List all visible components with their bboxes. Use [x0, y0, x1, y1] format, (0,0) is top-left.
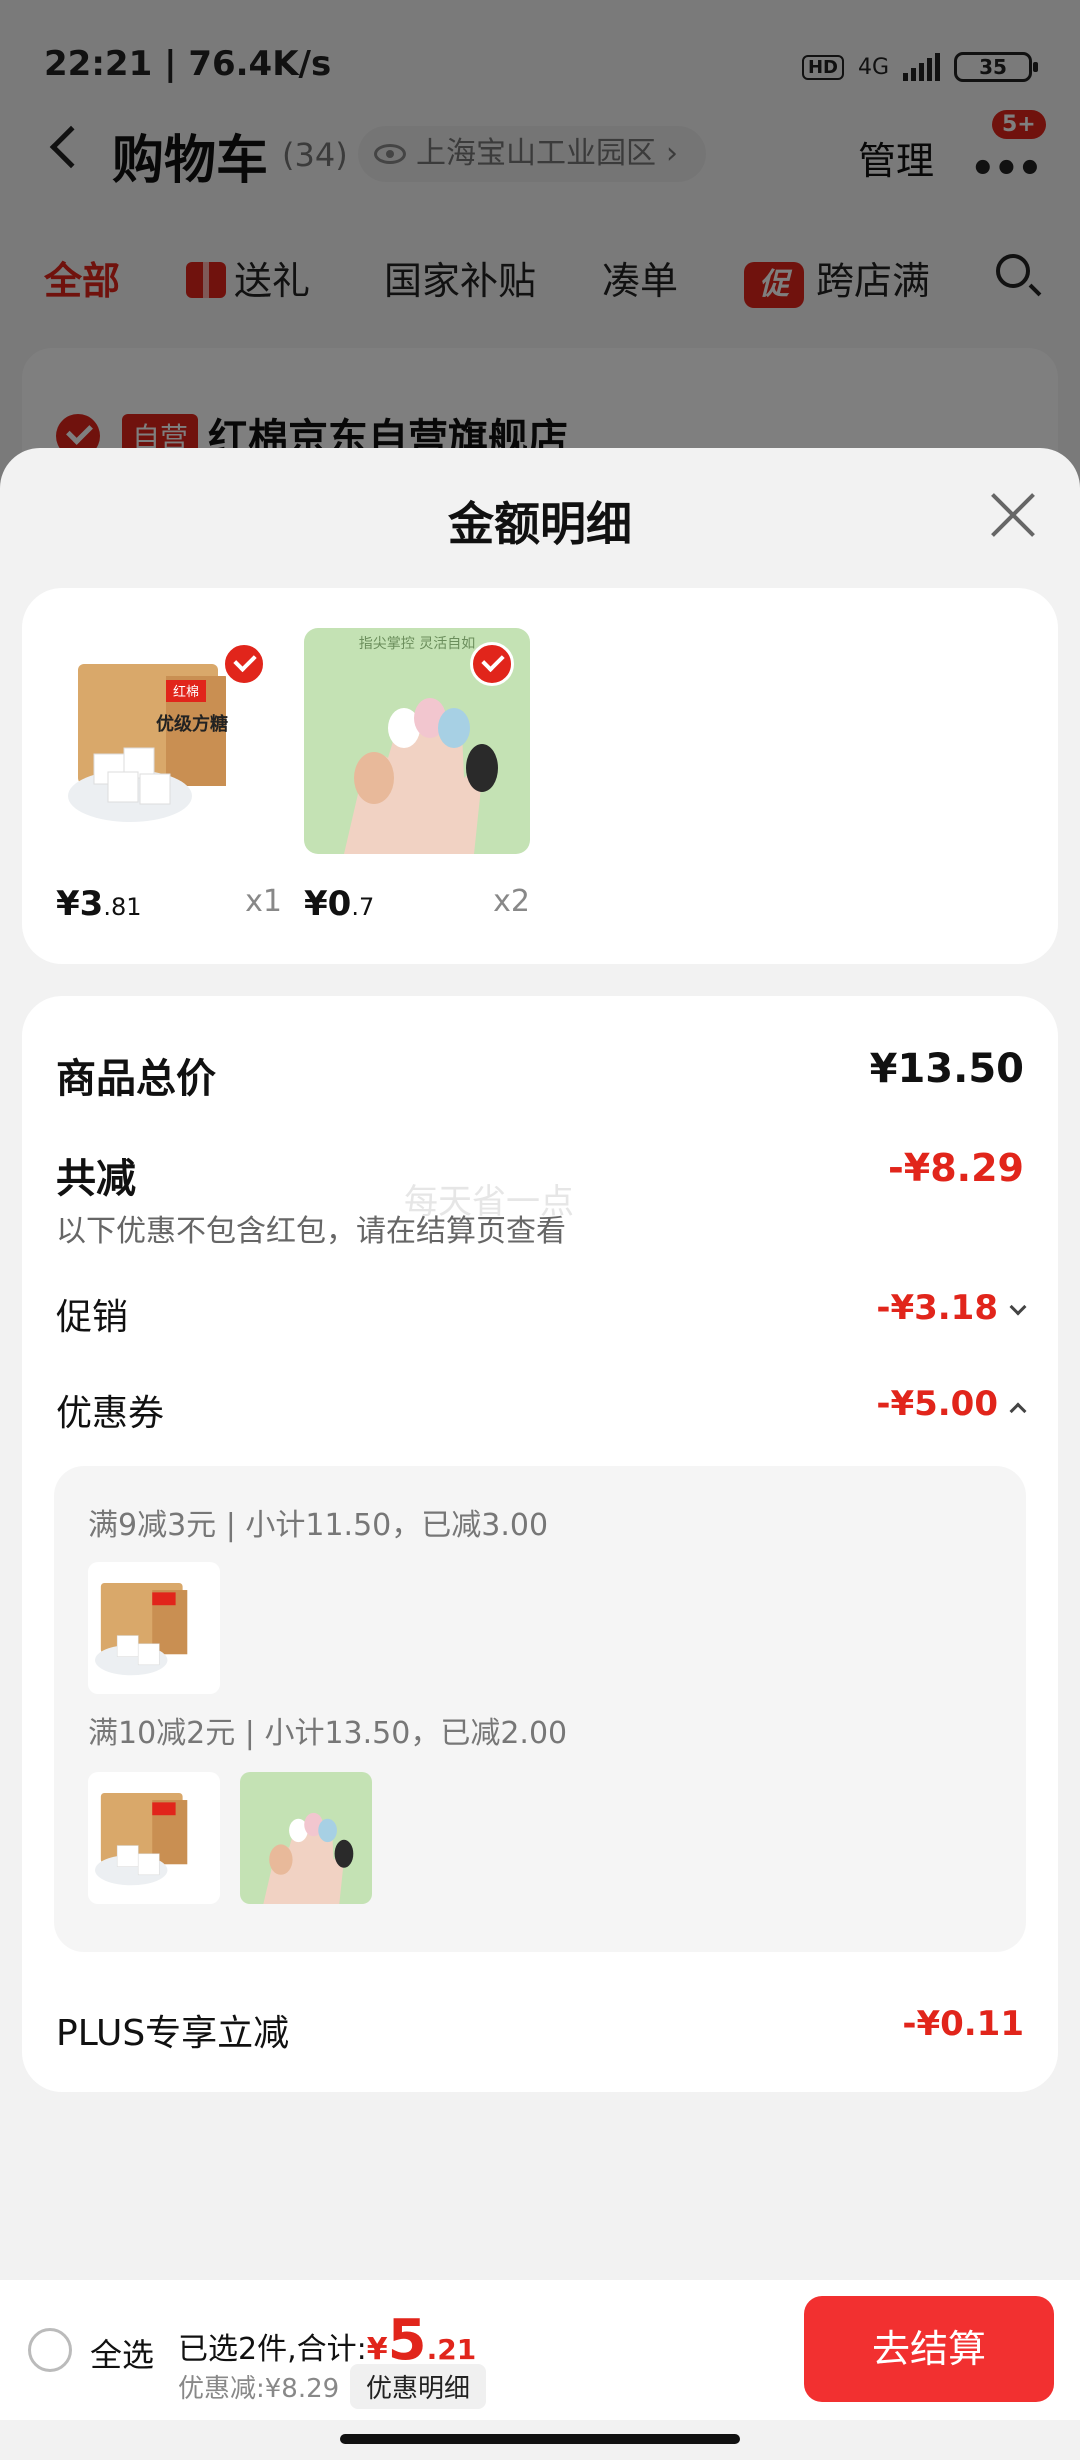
coupon-value: -¥5.00	[876, 1384, 998, 1424]
coupon-detail-box: 满9减3元 | 小计11.50，已减3.00 满10减2元 | 小计13.50，…	[54, 1466, 1026, 1952]
product-item[interactable]: 指尖掌控 灵活自如 ¥0.7 x2	[304, 628, 530, 924]
product-image: 指尖掌控 灵活自如	[304, 628, 530, 854]
svg-text:优级方糖: 优级方糖	[156, 713, 228, 735]
product-quantity: x1	[245, 884, 282, 919]
chevron-down-icon	[1009, 1298, 1027, 1316]
product-quantity: x2	[493, 884, 530, 919]
total-price-value: ¥13.50	[869, 1046, 1024, 1092]
coupon-rule: 满10减2元 | 小计13.50，已减2.00	[88, 1716, 568, 1751]
checkout-button[interactable]: 去结算	[804, 2296, 1054, 2402]
coupon-rule: 满9减3元 | 小计11.50，已减3.00	[88, 1508, 549, 1543]
close-icon[interactable]	[988, 490, 1038, 540]
total-price-label: 商品总价	[56, 1056, 216, 1102]
product-list-card: 红棉 优级方糖 ¥3.81 x1 指尖掌控 灵活自如 ¥0.7 x2	[22, 588, 1058, 964]
promo-value: -¥3.18	[876, 1288, 998, 1328]
product-image: 红棉 优级方糖	[56, 628, 282, 854]
currency-symbol: ¥	[366, 2332, 388, 2367]
product-price: ¥0.7	[304, 884, 375, 924]
selected-text: 已选2件,合计:	[178, 2332, 367, 2367]
plus-discount-value: -¥0.11	[902, 2004, 1024, 2044]
select-all-label[interactable]: 全选	[90, 2330, 154, 2376]
total-reduce-label: 共减	[56, 1156, 136, 1202]
sugar-box-thumb	[88, 1772, 220, 1904]
sugar-box-thumb	[88, 1562, 220, 1694]
coupon-value-group: -¥5.00	[876, 1384, 1027, 1424]
total-reduce-value: -¥8.29	[888, 1146, 1024, 1190]
plus-discount-row: PLUS专享立减 -¥0.11	[56, 2004, 1024, 2056]
coupon-product-thumb	[240, 1772, 372, 1904]
chevron-up-icon	[1009, 1402, 1027, 1420]
promo-value-group: -¥3.18	[876, 1288, 1027, 1328]
discount-note: 以下优惠不包含红包，请在结算页查看	[56, 1214, 566, 1249]
coupon-product-thumb	[88, 1562, 220, 1694]
home-indicator[interactable]	[340, 2434, 740, 2444]
total-decimal: .21	[426, 2333, 477, 2366]
select-all-radio[interactable]	[28, 2328, 72, 2372]
product-item[interactable]: 红棉 优级方糖 ¥3.81 x1	[56, 628, 282, 924]
discount-summary: 优惠减:¥8.29	[178, 2374, 340, 2404]
promo-row[interactable]: 促销 -¥3.18	[56, 1288, 1027, 1340]
product-price: ¥3.81	[56, 884, 142, 924]
total-price-row: 商品总价 ¥13.50	[56, 1046, 1024, 1104]
svg-text:指尖掌控 灵活自如: 指尖掌控 灵活自如	[359, 636, 475, 652]
coupon-product-thumb	[88, 1772, 220, 1904]
finger-puff-thumb	[240, 1772, 372, 1904]
promo-label: 促销	[56, 1297, 129, 1338]
amount-detail-sheet: 金额明细 红棉 优级方糖 ¥3.81 x1 指尖掌控 灵活自如 ¥0.7 x2 …	[0, 448, 1080, 2460]
product-check-icon[interactable]	[470, 642, 514, 686]
product-check-icon[interactable]	[222, 642, 266, 686]
discount-detail-button[interactable]: 优惠明细	[350, 2364, 487, 2409]
svg-text:红棉: 红棉	[173, 684, 199, 700]
coupon-row[interactable]: 优惠券 -¥5.00	[56, 1384, 1027, 1436]
sheet-title: 金额明细	[448, 497, 632, 551]
settlement-bar: 全选 已选2件,合计:¥5.21 优惠减:¥8.29 优惠明细 去结算	[0, 2280, 1080, 2420]
coupon-label: 优惠券	[56, 1393, 165, 1434]
plus-discount-label: PLUS专享立减	[56, 2013, 290, 2054]
price-summary-card: 商品总价 ¥13.50 共减 -¥8.29 每天省一点 以下优惠不包含红包，请在…	[22, 996, 1058, 2092]
